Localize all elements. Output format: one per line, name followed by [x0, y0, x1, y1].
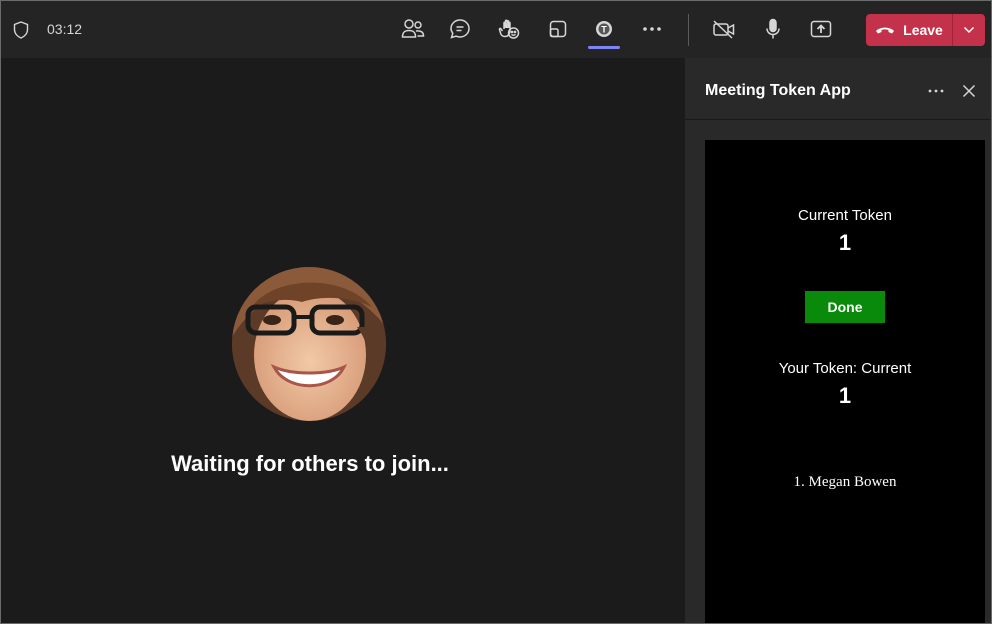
current-token-value: 1 — [838, 230, 852, 255]
token-app-icon: T — [596, 21, 612, 37]
leave-options-button[interactable] — [952, 14, 985, 46]
token-app-content: Current Token 1 Done Your Token: Current… — [705, 140, 985, 623]
people-button[interactable] — [395, 11, 431, 47]
share-button[interactable] — [803, 11, 839, 47]
more-actions-button[interactable] — [634, 11, 670, 47]
mic-button[interactable] — [755, 11, 791, 47]
leave-label: Leave — [903, 22, 943, 38]
panel-header: Meeting Token App — [685, 58, 991, 120]
more-icon — [643, 27, 661, 31]
phone-icon — [876, 27, 895, 34]
people-icon — [401, 19, 425, 38]
camera-button[interactable] — [706, 11, 742, 47]
panel-title: Meeting Token App — [705, 82, 851, 99]
toolbar-divider — [688, 14, 689, 46]
rooms-icon — [549, 20, 567, 38]
mic-icon — [766, 18, 780, 39]
rooms-button[interactable] — [540, 11, 576, 47]
raise-hand-icon — [498, 19, 520, 39]
chevron-down-icon — [963, 26, 975, 34]
chat-button[interactable] — [442, 11, 478, 47]
your-token-value: 1 — [838, 383, 852, 408]
avatar — [232, 267, 386, 421]
leave-button[interactable]: Leave — [866, 14, 952, 46]
queue-item: 1. Megan Bowen — [793, 474, 897, 490]
leave-control: Leave — [866, 14, 985, 46]
your-token-label: Your Token: Current — [778, 360, 912, 377]
meeting-timer: 03:12 — [47, 21, 83, 37]
reactions-button[interactable] — [491, 11, 527, 47]
svg-text:T: T — [601, 25, 607, 35]
shield-icon — [11, 20, 31, 40]
share-icon — [810, 20, 832, 38]
chat-icon — [450, 19, 470, 39]
active-tab-indicator — [588, 46, 620, 49]
more-icon — [928, 89, 944, 93]
panel-close-button[interactable] — [956, 78, 982, 104]
panel-more-button[interactable] — [923, 78, 949, 104]
close-icon — [962, 84, 976, 98]
token-app-button[interactable]: T — [586, 11, 622, 47]
done-button[interactable]: Done — [805, 291, 885, 323]
meeting-toolbar: 03:12 T Leave — [1, 1, 991, 58]
current-token-label: Current Token — [798, 207, 892, 224]
app-side-panel: Meeting Token App Current Token 1 Done Y… — [685, 58, 991, 623]
waiting-message: Waiting for others to join... — [171, 451, 449, 476]
meeting-stage: Waiting for others to join... — [1, 58, 685, 623]
camera-off-icon — [713, 20, 735, 39]
